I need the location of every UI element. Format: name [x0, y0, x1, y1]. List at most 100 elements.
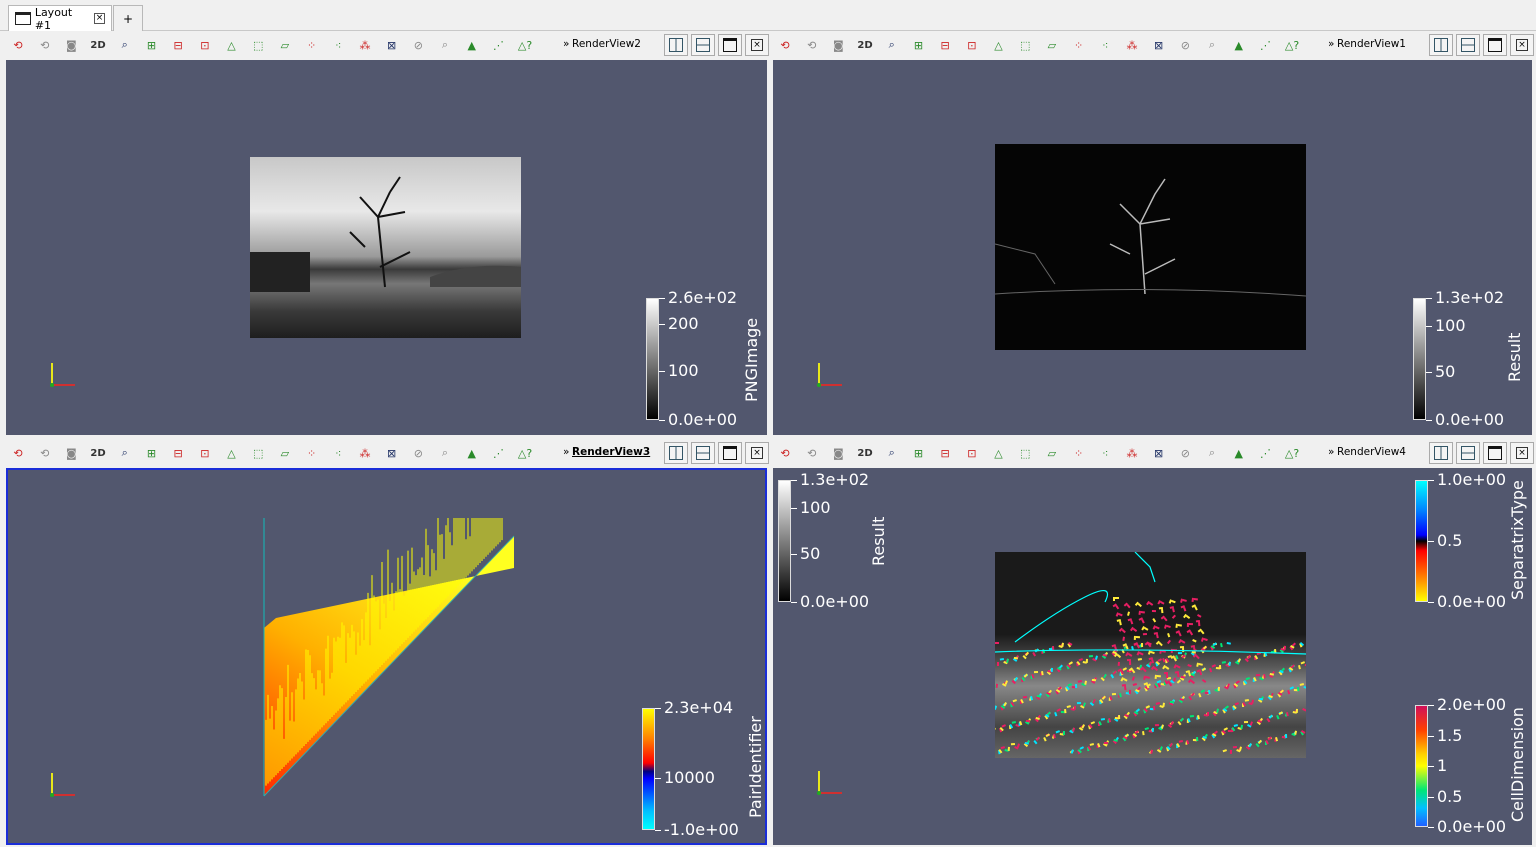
split-vertical-button[interactable]: [1456, 34, 1480, 56]
render-viewport-tl[interactable]: 2.6e+02 200 100 0.0e+00 PNGImage: [6, 60, 767, 435]
interactive-select-points-icon[interactable]: ⁂: [355, 35, 375, 55]
close-view-button[interactable]: ×: [745, 442, 769, 464]
select-points-frustum-icon[interactable]: △: [222, 35, 242, 55]
close-tab-icon[interactable]: ×: [94, 13, 105, 24]
select-cells-on-icon[interactable]: ⊞: [141, 35, 161, 55]
clear-selection-icon[interactable]: ⌕: [435, 443, 455, 463]
select-points-polygon-icon[interactable]: ⁘: [1069, 35, 1089, 55]
reset-camera-closest-icon[interactable]: ⟲: [802, 443, 822, 463]
toggle-2d-3d-button[interactable]: 2D: [88, 35, 108, 55]
select-cells-frustum-icon[interactable]: ⊡: [962, 35, 982, 55]
select-points-frustum-icon[interactable]: △: [222, 443, 242, 463]
interactive-select-cells-icon[interactable]: ⁖: [328, 443, 348, 463]
select-cells-frustum-icon[interactable]: ⊡: [195, 35, 215, 55]
grow-selection-icon[interactable]: ▲: [1229, 35, 1249, 55]
shrink-selection-icon[interactable]: ⋰: [1255, 443, 1275, 463]
query-selection-icon[interactable]: △?: [515, 35, 535, 55]
split-vertical-button[interactable]: [691, 34, 715, 56]
select-points-on-icon[interactable]: ⊟: [168, 35, 188, 55]
maximize-view-button[interactable]: [1483, 442, 1507, 464]
zoom-to-box-icon[interactable]: ⌕: [115, 443, 135, 463]
select-cells-polygon-icon[interactable]: ▱: [1042, 35, 1062, 55]
query-selection-icon[interactable]: △?: [1282, 443, 1302, 463]
select-cells-polygon-icon[interactable]: ▱: [275, 443, 295, 463]
reset-camera-icon[interactable]: ⟲: [8, 443, 28, 463]
hover-cells-icon[interactable]: ⊘: [408, 443, 428, 463]
hover-points-icon[interactable]: ⊠: [1149, 35, 1169, 55]
select-cells-on-icon[interactable]: ⊞: [141, 443, 161, 463]
clear-selection-icon[interactable]: ⌕: [1202, 35, 1222, 55]
shrink-selection-icon[interactable]: ⋰: [1255, 35, 1275, 55]
maximize-view-button[interactable]: [718, 34, 742, 56]
split-horizontal-button[interactable]: [664, 442, 688, 464]
select-block-icon[interactable]: ⬚: [1015, 35, 1035, 55]
query-selection-icon[interactable]: △?: [1282, 35, 1302, 55]
select-cells-on-icon[interactable]: ⊞: [908, 35, 928, 55]
maximize-view-button[interactable]: [1483, 34, 1507, 56]
split-horizontal-button[interactable]: [1429, 442, 1453, 464]
zoom-to-box-icon[interactable]: ⌕: [882, 443, 902, 463]
clear-selection-icon[interactable]: ⌕: [435, 35, 455, 55]
grow-selection-icon[interactable]: ▲: [1229, 443, 1249, 463]
interactive-select-cells-icon[interactable]: ⁖: [328, 35, 348, 55]
toggle-2d-3d-button[interactable]: 2D: [855, 35, 875, 55]
clear-selection-icon[interactable]: ⌕: [1202, 443, 1222, 463]
capture-screenshot-icon[interactable]: ◙: [61, 35, 81, 55]
tab-layout-1[interactable]: Layout #1 ×: [8, 5, 112, 31]
interactive-select-points-icon[interactable]: ⁂: [355, 443, 375, 463]
close-view-button[interactable]: ×: [745, 34, 769, 56]
reset-camera-closest-icon[interactable]: ⟲: [35, 35, 55, 55]
hover-cells-icon[interactable]: ⊘: [1175, 443, 1195, 463]
select-points-frustum-icon[interactable]: △: [989, 35, 1009, 55]
select-block-icon[interactable]: ⬚: [248, 35, 268, 55]
split-horizontal-button[interactable]: [1429, 34, 1453, 56]
reset-camera-icon[interactable]: ⟲: [775, 443, 795, 463]
grow-selection-icon[interactable]: ▲: [462, 443, 482, 463]
view-name-label[interactable]: RenderView1: [1337, 38, 1406, 50]
zoom-to-box-icon[interactable]: ⌕: [882, 35, 902, 55]
hover-cells-icon[interactable]: ⊘: [408, 35, 428, 55]
select-points-on-icon[interactable]: ⊟: [168, 443, 188, 463]
reset-camera-closest-icon[interactable]: ⟲: [802, 35, 822, 55]
capture-screenshot-icon[interactable]: ◙: [828, 443, 848, 463]
interactive-select-cells-icon[interactable]: ⁖: [1095, 35, 1115, 55]
hover-points-icon[interactable]: ⊠: [382, 35, 402, 55]
select-block-icon[interactable]: ⬚: [248, 443, 268, 463]
select-points-on-icon[interactable]: ⊟: [935, 443, 955, 463]
capture-screenshot-icon[interactable]: ◙: [61, 443, 81, 463]
select-cells-frustum-icon[interactable]: ⊡: [962, 443, 982, 463]
split-horizontal-button[interactable]: [664, 34, 688, 56]
hover-points-icon[interactable]: ⊠: [1149, 443, 1169, 463]
split-vertical-button[interactable]: [691, 442, 715, 464]
toggle-2d-3d-button[interactable]: 2D: [88, 443, 108, 463]
close-view-button[interactable]: ×: [1510, 34, 1534, 56]
render-viewport-bl[interactable]: 2.3e+04 10000 -1.0e+00 PairIdentifier: [6, 468, 767, 845]
reset-camera-icon[interactable]: ⟲: [8, 35, 28, 55]
view-name-label[interactable]: RenderView4: [1337, 446, 1406, 458]
capture-screenshot-icon[interactable]: ◙: [828, 35, 848, 55]
hover-points-icon[interactable]: ⊠: [382, 443, 402, 463]
select-points-frustum-icon[interactable]: △: [989, 443, 1009, 463]
add-layout-tab-button[interactable]: +: [113, 5, 143, 31]
query-selection-icon[interactable]: △?: [515, 443, 535, 463]
select-points-polygon-icon[interactable]: ⁘: [302, 443, 322, 463]
select-points-on-icon[interactable]: ⊟: [935, 35, 955, 55]
interactive-select-points-icon[interactable]: ⁂: [1122, 35, 1142, 55]
maximize-view-button[interactable]: [718, 442, 742, 464]
select-block-icon[interactable]: ⬚: [1015, 443, 1035, 463]
interactive-select-cells-icon[interactable]: ⁖: [1095, 443, 1115, 463]
select-points-polygon-icon[interactable]: ⁘: [302, 35, 322, 55]
view-name-label[interactable]: RenderView3: [572, 446, 650, 458]
reset-camera-closest-icon[interactable]: ⟲: [35, 443, 55, 463]
render-viewport-br[interactable]: 1.3e+02 100 50 0.0e+00 Result 1.0e+00 0.5 0.0e+…: [773, 468, 1532, 845]
select-cells-on-icon[interactable]: ⊞: [908, 443, 928, 463]
shrink-selection-icon[interactable]: ⋰: [488, 35, 508, 55]
shrink-selection-icon[interactable]: ⋰: [488, 443, 508, 463]
grow-selection-icon[interactable]: ▲: [462, 35, 482, 55]
select-cells-polygon-icon[interactable]: ▱: [1042, 443, 1062, 463]
close-view-button[interactable]: ×: [1510, 442, 1534, 464]
select-cells-polygon-icon[interactable]: ▱: [275, 35, 295, 55]
view-name-label[interactable]: RenderView2: [572, 38, 641, 50]
split-vertical-button[interactable]: [1456, 442, 1480, 464]
render-viewport-tr[interactable]: 1.3e+02 100 50 0.0e+00 Result: [773, 60, 1532, 435]
